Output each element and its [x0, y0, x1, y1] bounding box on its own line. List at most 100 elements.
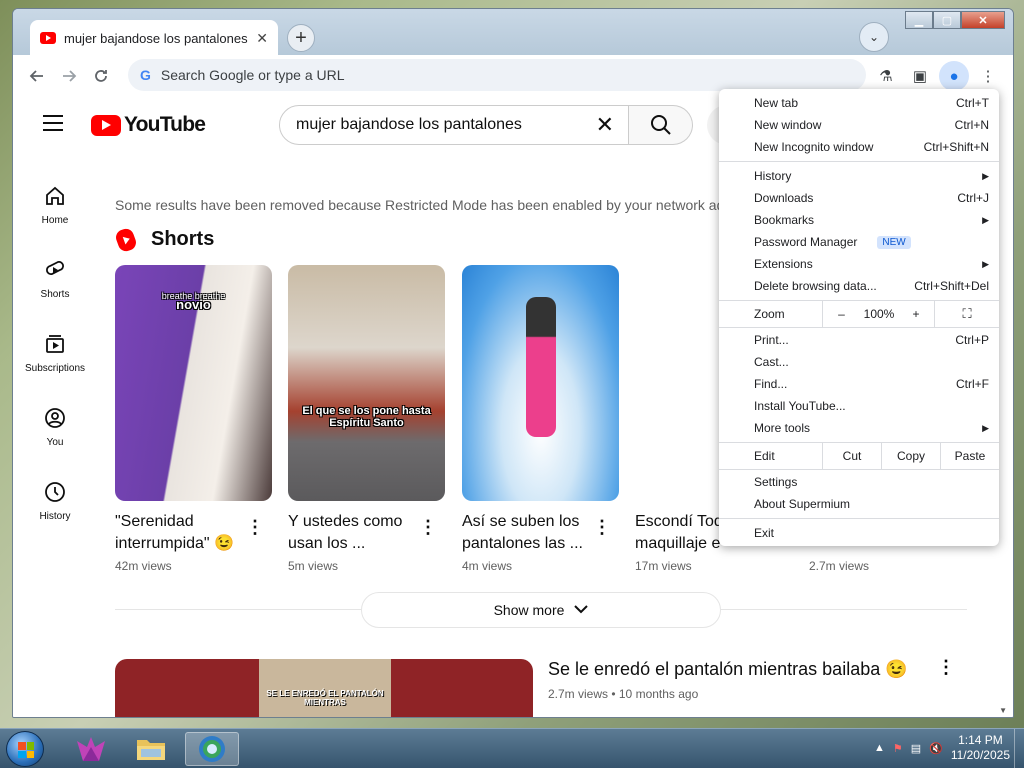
address-bar-placeholder: Search Google or type a URL: [160, 67, 345, 83]
search-button[interactable]: [629, 105, 693, 145]
menu-item-new-window[interactable]: New window Ctrl+N: [719, 114, 999, 136]
menu-kebab-icon[interactable]: ⋮: [973, 61, 1003, 91]
menu-item-label: About Supermium: [754, 497, 851, 511]
video-thumbnail[interactable]: SE LE ENREDÓ EL PANTALÓN MIENTRAS: [115, 659, 533, 717]
action-center-icon[interactable]: ⚑: [893, 742, 903, 755]
volume-muted-icon[interactable]: 🔇: [929, 742, 943, 755]
menu-item-label: New tab: [754, 96, 799, 110]
menu-item-find[interactable]: Find... Ctrl+F: [719, 373, 999, 395]
video-metadata: 2.7m views • 10 months ago: [548, 687, 699, 701]
maximize-button[interactable]: ▢: [933, 11, 961, 29]
menu-item-new-tab[interactable]: New tab Ctrl+T: [719, 92, 999, 114]
menu-separator: [719, 327, 999, 328]
menu-item-downloads[interactable]: Downloads Ctrl+J: [719, 187, 999, 209]
video-title[interactable]: Se le enredó el pantalón mientras bailab…: [548, 659, 908, 680]
history-icon: [42, 479, 68, 505]
menu-item-new-incognito[interactable]: New Incognito window Ctrl+Shift+N: [719, 136, 999, 158]
video-thumbnail-caption: SE LE ENREDÓ EL PANTALÓN MIENTRAS: [266, 689, 384, 707]
side-panel-icon[interactable]: ▣: [905, 61, 935, 91]
guide-item-subscriptions[interactable]: Subscriptions: [13, 315, 97, 389]
short-more-actions-icon[interactable]: ⋮: [419, 517, 437, 538]
menu-item-about[interactable]: About Supermium: [719, 493, 999, 515]
tab-close-icon[interactable]: ✕: [256, 30, 268, 47]
taskbar-app-origami[interactable]: [64, 732, 118, 766]
short-title[interactable]: "Serenidad interrumpida" 😉: [115, 511, 245, 555]
menu-item-delete-browsing-data[interactable]: Delete browsing data... Ctrl+Shift+Del: [719, 275, 999, 297]
short-card[interactable]: El que se los pone hasta Espíritu Santo …: [288, 265, 445, 573]
fullscreen-icon[interactable]: ⛶: [934, 301, 999, 327]
short-thumbnail-figure: [526, 297, 556, 437]
short-thumbnail-caption: novio: [176, 297, 211, 312]
clock[interactable]: 1:14 PM 11/20/2025: [951, 733, 1010, 763]
hamburger-menu-icon[interactable]: [43, 115, 63, 131]
browser-menu: New tab Ctrl+T New window Ctrl+N New Inc…: [719, 89, 999, 546]
menu-item-shortcut: Ctrl+Shift+N: [923, 140, 989, 154]
guide-item-label: Shorts: [40, 288, 70, 300]
tab-search-button[interactable]: ⌄: [859, 22, 889, 52]
menu-edit-row: Edit Cut Copy Paste: [719, 443, 999, 469]
zoom-out-button[interactable]: –: [822, 301, 860, 327]
guide-item-home[interactable]: Home: [13, 167, 97, 241]
edit-label: Edit: [754, 449, 775, 463]
short-card[interactable]: breathe breathe novio "Serenidad interru…: [115, 265, 272, 573]
short-thumbnail[interactable]: breathe breathe novio: [115, 265, 272, 501]
clear-search-icon[interactable]: ✕: [596, 112, 614, 138]
start-button[interactable]: [6, 731, 44, 767]
new-tab-button[interactable]: +: [287, 24, 315, 52]
forward-button[interactable]: [53, 60, 85, 92]
menu-item-extensions[interactable]: Extensions ▶: [719, 253, 999, 275]
show-desktop-button[interactable]: [1014, 729, 1024, 768]
menu-item-more-tools[interactable]: More tools ▶: [719, 417, 999, 439]
menu-item-exit[interactable]: Exit: [719, 522, 999, 544]
close-button[interactable]: ✕: [961, 11, 1005, 29]
short-thumbnail[interactable]: El que se los pone hasta Espíritu Santo: [288, 265, 445, 501]
menu-item-shortcut: Ctrl+P: [955, 333, 989, 347]
menu-item-history[interactable]: History ▶: [719, 165, 999, 187]
paste-button[interactable]: Paste: [940, 443, 999, 469]
google-icon: G: [140, 67, 151, 83]
network-icon[interactable]: ▤: [911, 742, 921, 755]
back-button[interactable]: [21, 60, 53, 92]
reload-icon: [95, 70, 107, 82]
guide-item-you[interactable]: You: [13, 389, 97, 463]
scroll-down-arrow-icon[interactable]: ▼: [999, 706, 1007, 715]
short-title[interactable]: Así se suben los pantalones las ...: [462, 511, 592, 555]
short-more-actions-icon[interactable]: ⋮: [593, 517, 611, 538]
copy-button[interactable]: Copy: [881, 443, 940, 469]
short-thumbnail[interactable]: [462, 265, 619, 501]
minimize-button[interactable]: ▁: [905, 11, 933, 29]
back-arrow-icon: [29, 70, 43, 82]
menu-item-label: Downloads: [754, 191, 814, 205]
toolbar-actions: ⚗ ▣ ● ⋮: [871, 61, 1003, 91]
menu-item-print[interactable]: Print... Ctrl+P: [719, 329, 999, 351]
short-more-actions-icon[interactable]: ⋮: [246, 517, 264, 538]
search-icon: [650, 115, 671, 135]
menu-item-bookmarks[interactable]: Bookmarks ▶: [719, 209, 999, 231]
browser-tab[interactable]: mujer bajandose los pantalones ✕: [30, 20, 278, 56]
youtube-logo[interactable]: YouTube: [91, 113, 206, 137]
taskbar-app-browser[interactable]: [185, 732, 239, 766]
search-query: mujer bajandose los pantalones: [296, 116, 522, 133]
search-input[interactable]: mujer bajandose los pantalones ✕: [279, 105, 629, 145]
zoom-in-button[interactable]: +: [898, 301, 934, 327]
address-bar[interactable]: G Search Google or type a URL: [128, 59, 866, 91]
menu-item-cast[interactable]: Cast...: [719, 351, 999, 373]
menu-item-settings[interactable]: Settings: [719, 471, 999, 493]
video-more-actions-icon[interactable]: ⋮: [937, 657, 955, 678]
show-more-button[interactable]: Show more: [361, 592, 721, 628]
short-card[interactable]: Así se suben los pantalones las ... 4m v…: [462, 265, 619, 573]
show-more-label: Show more: [493, 602, 565, 618]
video-result[interactable]: SE LE ENREDÓ EL PANTALÓN MIENTRAS: [115, 659, 533, 717]
short-title[interactable]: Y ustedes como usan los ...: [288, 511, 418, 555]
tray-expand-icon[interactable]: ▲: [874, 742, 885, 754]
taskbar-app-explorer[interactable]: [124, 732, 178, 766]
reload-button[interactable]: [85, 60, 117, 92]
menu-item-label: Delete browsing data...: [754, 279, 877, 293]
guide-item-history[interactable]: History: [13, 463, 97, 537]
guide-item-shorts[interactable]: Shorts: [13, 241, 97, 315]
cut-button[interactable]: Cut: [822, 443, 881, 469]
labs-flask-icon[interactable]: ⚗: [871, 61, 901, 91]
menu-item-password-manager[interactable]: Password Manager NEW: [719, 231, 999, 253]
menu-item-install-youtube[interactable]: Install YouTube...: [719, 395, 999, 417]
profile-avatar-icon[interactable]: ●: [939, 61, 969, 91]
